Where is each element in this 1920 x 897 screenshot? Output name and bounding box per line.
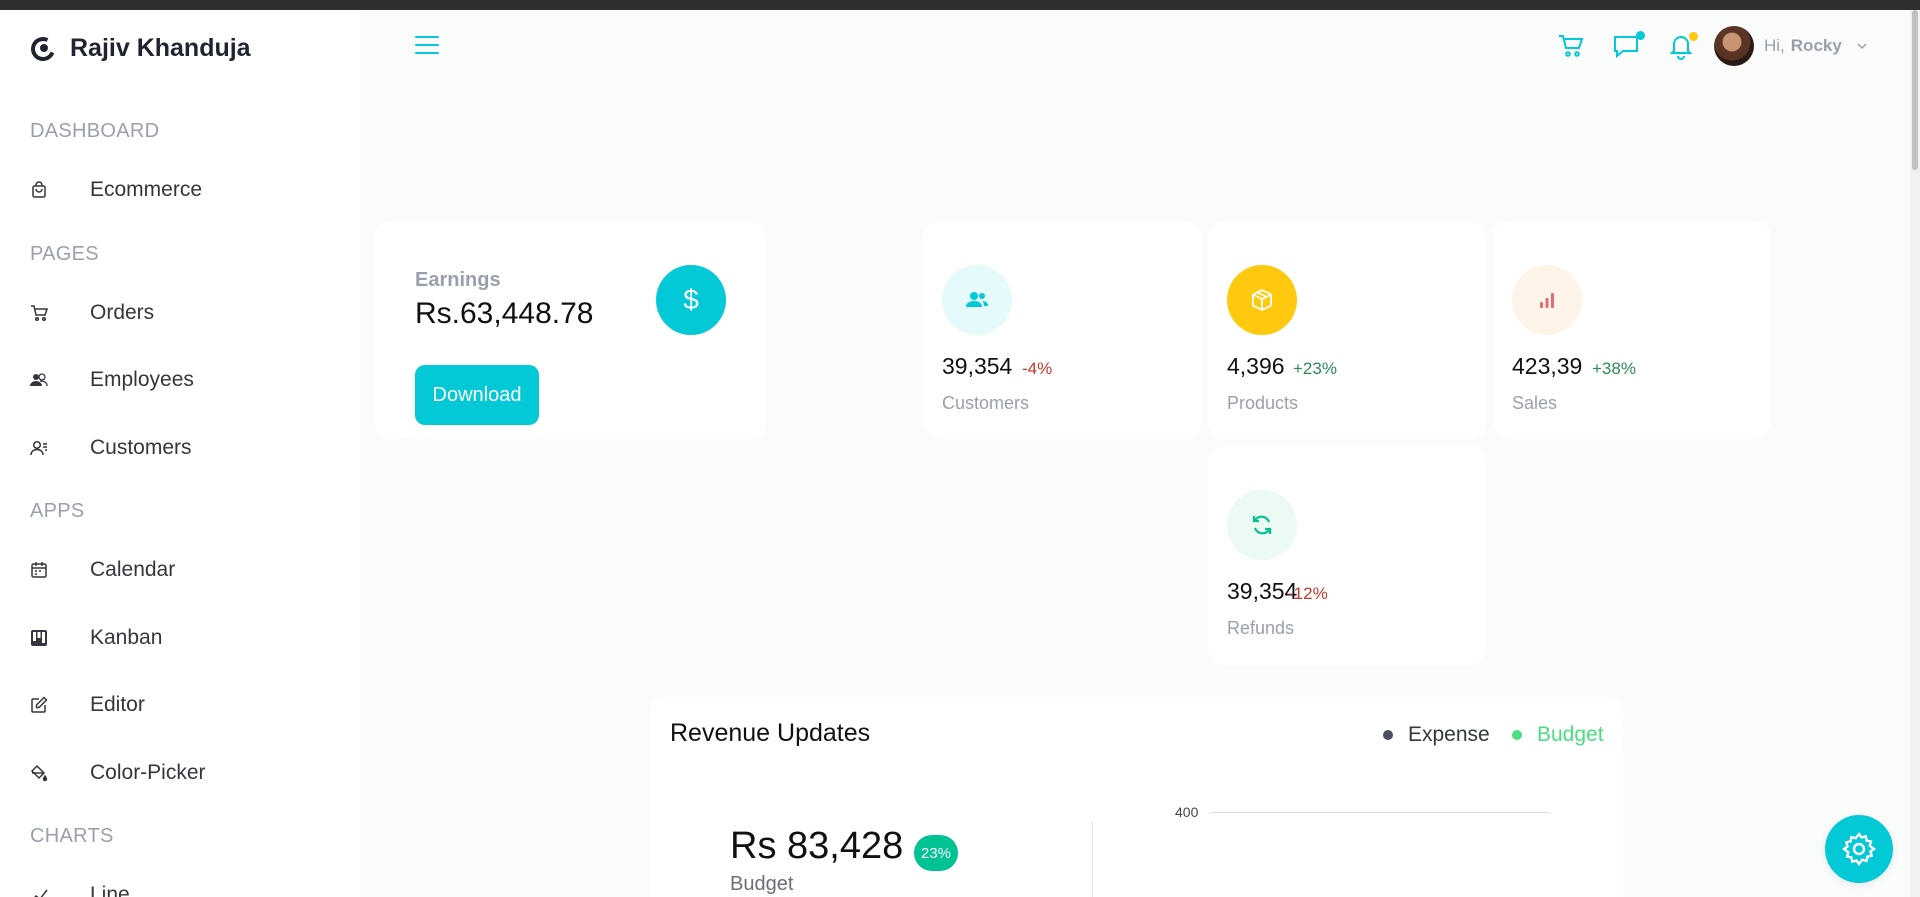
legend-expense: Expense xyxy=(1383,723,1490,747)
brand-name: Rajiv Khanduja xyxy=(70,34,251,62)
sidebar-item-label: Color-Picker xyxy=(90,761,206,784)
bar-chart-icon[interactable] xyxy=(1512,265,1582,335)
chart-divider xyxy=(1092,821,1093,897)
refresh-icon[interactable] xyxy=(1227,490,1297,560)
stat-percentage: +23% xyxy=(1293,359,1337,378)
shopping-bag-icon xyxy=(30,181,60,199)
line-chart-icon xyxy=(30,886,60,897)
user-name: Rocky xyxy=(1790,36,1842,55)
sidebar-item-label: Customers xyxy=(90,436,192,459)
sidebar-item-label: Line xyxy=(90,883,130,897)
stat-title: Products xyxy=(1227,393,1299,413)
section-title-dashboard: DASHBOARD xyxy=(30,120,160,142)
cart-icon[interactable] xyxy=(1557,32,1587,62)
grid-line xyxy=(1210,812,1550,813)
sidebar-item-employees[interactable]: Employees xyxy=(30,358,330,402)
sidebar-item-ecommerce[interactable]: Ecommerce xyxy=(30,168,330,212)
stat-title: Customers xyxy=(942,393,1030,413)
revenue-title: Revenue Updates xyxy=(670,719,871,747)
avatar xyxy=(1714,26,1754,66)
budget-label: Budget xyxy=(730,873,794,895)
sidebar-item-label: Editor xyxy=(90,693,145,716)
box-icon[interactable] xyxy=(1227,265,1297,335)
earnings-value: Rs.63,448.78 xyxy=(415,297,594,330)
chat-notification-dot xyxy=(1636,31,1645,40)
legend-label: Budget xyxy=(1537,723,1604,746)
user-profile[interactable]: Hi, Rocky xyxy=(1714,26,1868,66)
settings-button[interactable] xyxy=(1825,815,1893,883)
legend-label: Expense xyxy=(1408,723,1490,746)
stat-title: Sales xyxy=(1512,393,1558,413)
sidebar-item-editor[interactable]: Editor xyxy=(30,683,330,727)
cart-icon xyxy=(30,304,60,322)
download-button[interactable]: Download xyxy=(415,365,539,425)
revenue-updates-card: Revenue Updates Expense Budget Rs 83,428… xyxy=(650,697,1623,897)
stat-amount: 39,354 xyxy=(1227,578,1298,604)
sidebar-item-line[interactable]: Line xyxy=(30,873,330,897)
sidebar-item-label: Calendar xyxy=(90,558,176,581)
window-top-strip xyxy=(0,0,1920,10)
color-picker-icon xyxy=(30,764,60,782)
bell-icon[interactable] xyxy=(1667,32,1698,62)
sidebar-item-kanban[interactable]: Kanban xyxy=(30,616,330,660)
section-title-charts: CHARTS xyxy=(30,825,114,847)
budget-badge: 23% xyxy=(914,835,958,871)
stat-percentage: +38% xyxy=(1592,359,1636,378)
customers-icon[interactable] xyxy=(942,265,1012,335)
greeting: Hi, xyxy=(1764,36,1785,55)
stat-amount: 4,396 xyxy=(1227,353,1285,379)
sidebar-item-color-picker[interactable]: Color-Picker xyxy=(30,751,330,795)
edit-icon xyxy=(30,696,60,714)
earnings-card: Earnings Rs.63,448.78 $ Download xyxy=(375,221,766,439)
stat-title: Refunds xyxy=(1227,618,1295,638)
gear-icon xyxy=(1841,831,1877,867)
sidebar-item-label: Employees xyxy=(90,368,194,391)
stat-amount: 39,354 xyxy=(942,353,1013,379)
stat-card-customers: 39,354 -4% Customers xyxy=(923,221,1201,439)
sidebar-item-calendar[interactable]: Calendar xyxy=(30,548,330,592)
sidebar-item-label: Orders xyxy=(90,301,155,324)
expense-legend-dot xyxy=(1383,730,1393,740)
chat-icon[interactable] xyxy=(1612,31,1645,62)
legend-budget: Budget xyxy=(1512,723,1604,747)
section-title-pages: PAGES xyxy=(30,243,99,265)
stat-percentage: -4% xyxy=(1022,359,1053,378)
stat-card-refunds: 39,354 -12% Refunds xyxy=(1208,446,1486,665)
sidebar-item-label: Ecommerce xyxy=(90,178,203,201)
sidebar-item-label: Kanban xyxy=(90,626,163,649)
employees-icon xyxy=(30,371,60,389)
menu-icon[interactable] xyxy=(415,36,439,58)
stat-card-sales: 423,39 +38% Sales xyxy=(1493,221,1771,439)
section-title-apps: APPS xyxy=(30,500,85,522)
dollar-icon[interactable]: $ xyxy=(656,265,726,335)
calendar-icon xyxy=(30,561,60,579)
brand[interactable]: Rajiv Khanduja xyxy=(30,34,251,63)
earnings-label: Earnings xyxy=(415,269,501,291)
budget-value: Rs 83,428 xyxy=(730,825,904,867)
brand-logo-icon xyxy=(31,36,55,61)
kanban-icon xyxy=(30,629,60,647)
y-axis-tick: 400 xyxy=(1175,804,1199,820)
budget-legend-dot xyxy=(1512,730,1522,740)
stat-amount: 423,39 xyxy=(1512,353,1583,379)
sidebar-item-customers[interactable]: Customers xyxy=(30,426,330,470)
bell-notification-dot xyxy=(1689,32,1698,41)
stat-card-products: 4,396 +23% Products xyxy=(1208,221,1486,439)
chevron-down-icon xyxy=(1857,43,1867,50)
scrollbar-thumb[interactable] xyxy=(1912,10,1918,170)
stat-percentage: -12% xyxy=(1288,584,1328,603)
sidebar: Rajiv Khanduja DASHBOARD Ecommerce PAGES… xyxy=(0,10,360,897)
customers-icon xyxy=(30,439,60,457)
sidebar-item-orders[interactable]: Orders xyxy=(30,291,330,335)
